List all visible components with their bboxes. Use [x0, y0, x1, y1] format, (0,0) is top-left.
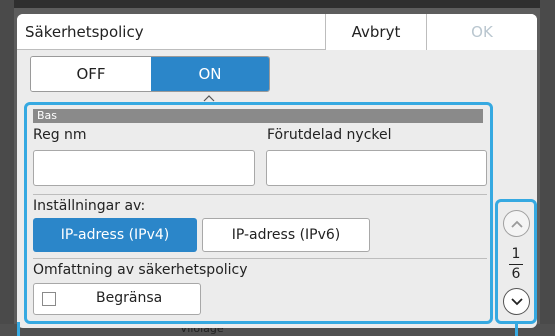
scroll-up-button[interactable] — [503, 210, 530, 237]
chevron-down-icon — [510, 297, 523, 305]
highlight-connector — [515, 322, 518, 336]
checkbox[interactable] — [42, 292, 56, 306]
cancel-button[interactable]: Avbryt — [325, 14, 427, 50]
pager-panel: 1 6 — [495, 199, 537, 324]
highlight-connector — [17, 322, 20, 336]
psk-label: Förutdelad nyckel — [267, 127, 392, 143]
reg-name-label: Reg nm — [33, 127, 87, 143]
dialog-header: Säkerhetspolicy Avbryt OK — [17, 14, 537, 50]
page-total: 6 — [511, 266, 521, 282]
security-policy-dialog: Säkerhetspolicy Avbryt OK OFF ON Bas Reg… — [17, 14, 537, 328]
dialog-title: Säkerhetspolicy — [25, 23, 144, 41]
settings-for-label: Inställningar av: — [33, 198, 146, 214]
background-right-column — [540, 0, 555, 336]
divider — [33, 258, 487, 259]
psk-input[interactable] — [266, 150, 487, 186]
page-divider — [509, 264, 523, 265]
toggle-on-button[interactable]: ON — [151, 57, 269, 91]
section-header: Bas — [33, 109, 483, 123]
scroll-down-button[interactable] — [503, 288, 530, 315]
settings-frame: Bas Reg nm Förutdelad nyckel Inställning… — [24, 102, 493, 324]
scope-label: Omfattning av säkerhetspolicy — [33, 262, 248, 278]
background-left-column — [0, 0, 14, 336]
background-top-strip — [0, 0, 555, 8]
policy-toggle: OFF ON — [30, 56, 270, 92]
ipv4-button[interactable]: IP-adress (IPv4) — [33, 218, 197, 252]
limit-checkbox-button[interactable]: Begränsa — [33, 283, 201, 315]
chevron-up-icon — [510, 220, 523, 228]
limit-label: Begränsa — [96, 290, 163, 306]
reg-name-input[interactable] — [33, 150, 255, 186]
caret-up-icon — [203, 95, 215, 102]
toggle-off-button[interactable]: OFF — [31, 57, 151, 91]
page-current: 1 — [511, 246, 521, 262]
divider — [33, 194, 487, 195]
ipv6-button[interactable]: IP-adress (IPv6) — [202, 218, 370, 252]
ok-button[interactable]: OK — [427, 14, 537, 50]
